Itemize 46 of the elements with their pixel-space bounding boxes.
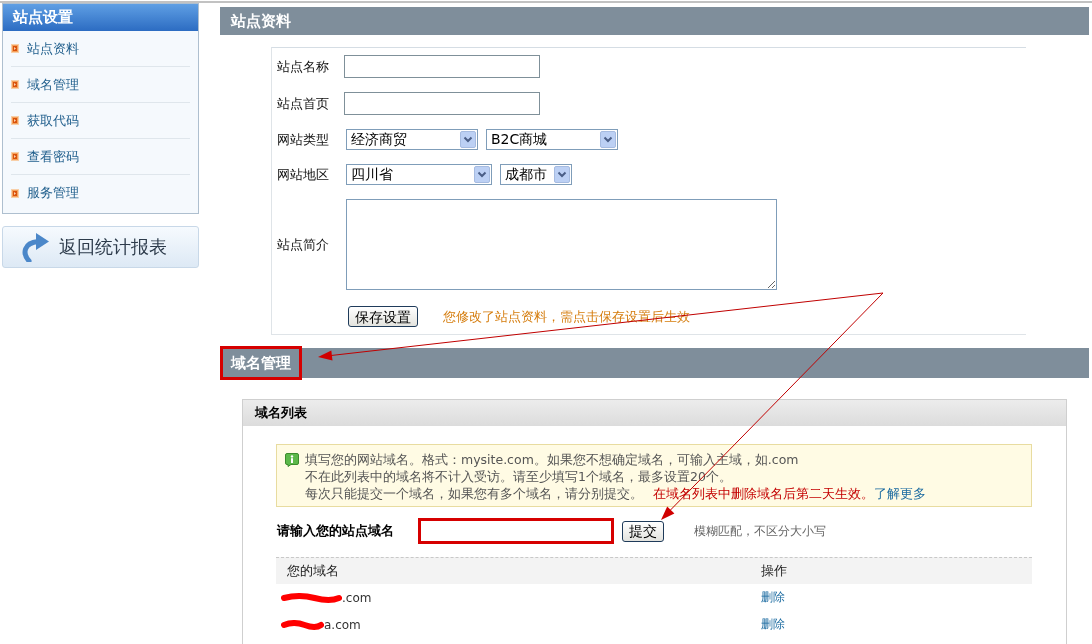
section-title: 站点资料 (229, 10, 292, 32)
notice-text: 每次只能提交一个域名，如果您有多个域名，请分别提交。 (305, 485, 643, 502)
sidebar-item[interactable]: 获取代码 (11, 103, 190, 139)
dropdown[interactable]: 经济商贸 (346, 129, 478, 150)
field-label: 请输入您的站点域名 (276, 522, 395, 540)
learn-more-link[interactable]: 了解更多 (874, 485, 926, 502)
curved-arrow-icon (21, 232, 49, 262)
sidebar-item[interactable]: 域名管理 (11, 67, 190, 103)
square-bullet-icon (11, 116, 19, 125)
section-title: 域名管理 (220, 346, 302, 380)
field-label: 站点首页 (277, 94, 330, 113)
chevron-down-icon (600, 131, 616, 148)
info-icon (285, 453, 299, 467)
text-input[interactable] (344, 55, 540, 78)
sidebar-item[interactable]: 站点资料 (11, 31, 190, 67)
hint-text: 模糊匹配，不区分大小写 (694, 522, 826, 540)
panel-title: 域名列表 (243, 400, 1066, 426)
chevron-down-icon (554, 166, 570, 183)
domain-text: .com (342, 590, 372, 605)
square-bullet-icon (11, 152, 19, 161)
field-label: 网站类型 (277, 130, 330, 149)
field-label: 站点名称 (277, 57, 330, 76)
field-label: 网站地区 (277, 165, 330, 184)
square-bullet-icon (11, 188, 19, 198)
delete-link[interactable]: 删除 (761, 589, 785, 606)
dropdown[interactable]: 四川省 (346, 164, 492, 185)
back-button[interactable]: 返回统计报表 (2, 226, 199, 268)
chevron-down-icon (460, 131, 476, 148)
domain-input[interactable] (418, 518, 614, 544)
column-header: 您的域名 (286, 562, 340, 580)
delete-link[interactable]: 删除 (761, 616, 785, 633)
text-input[interactable] (344, 92, 540, 115)
dropdown[interactable]: B2C商城 (486, 129, 618, 150)
square-bullet-icon (11, 44, 19, 53)
column-header: 操作 (761, 562, 788, 580)
textarea-field[interactable] (346, 199, 777, 290)
chevron-down-icon (474, 166, 490, 183)
sidebar-item[interactable]: 服务管理 (11, 175, 190, 211)
dropdown[interactable]: 成都市 (500, 164, 572, 185)
submit-button[interactable]: 提交 (622, 520, 664, 542)
sidebar-item[interactable]: 查看密码 (11, 139, 190, 175)
field-label: 站点简介 (277, 235, 330, 254)
sidebar-title: 站点设置 (3, 4, 198, 31)
domain-text: a.com (324, 617, 361, 632)
save-button[interactable]: 保存设置 (348, 306, 418, 327)
square-bullet-icon (11, 80, 19, 89)
